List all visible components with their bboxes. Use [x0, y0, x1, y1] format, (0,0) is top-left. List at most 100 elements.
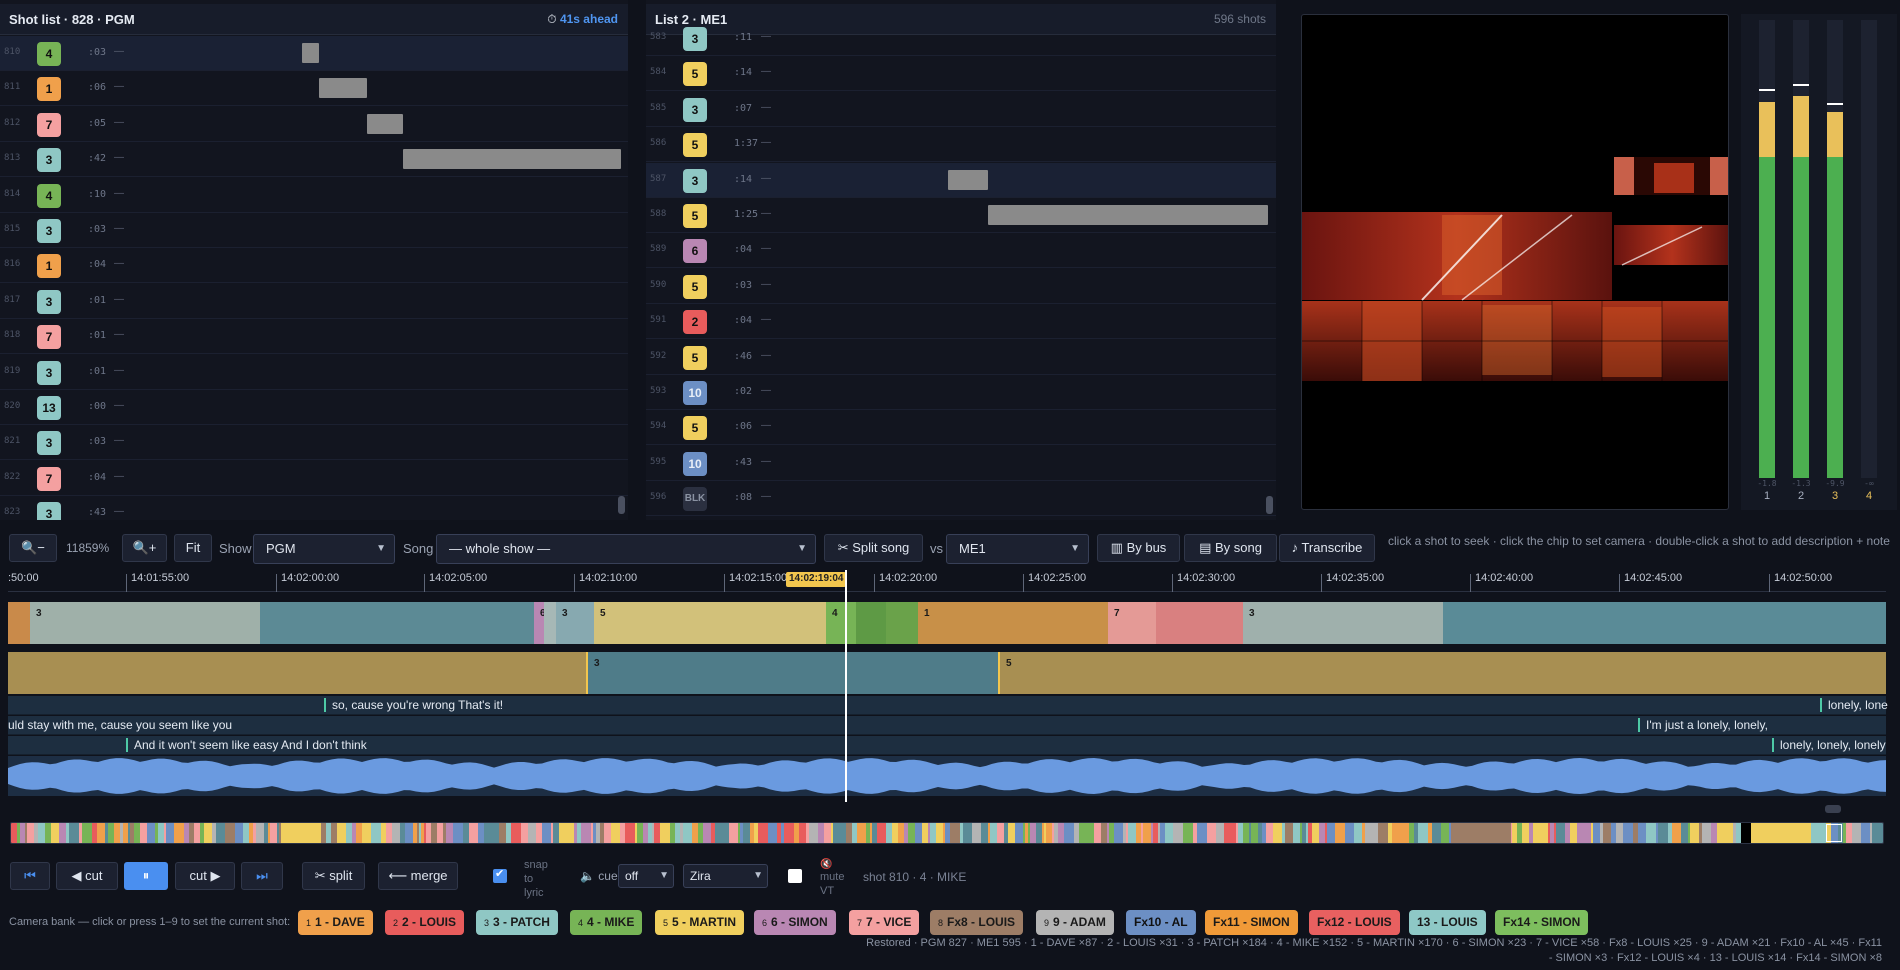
- camera-chip[interactable]: 13: [37, 396, 61, 420]
- shot-row[interactable]: 590 5:03—: [646, 269, 1276, 304]
- camera-button[interactable]: 8 Fx8 - LOUIS: [930, 910, 1024, 935]
- camera-chip[interactable]: 3: [683, 168, 707, 193]
- shot-description[interactable]: —: [114, 435, 124, 446]
- camera-button[interactable]: 22 - LOUIS: [385, 910, 465, 935]
- camera-chip[interactable]: 3: [37, 502, 61, 520]
- camera-chip[interactable]: 4: [37, 42, 61, 66]
- shot-row[interactable]: 813 3:42—: [0, 142, 628, 178]
- lyric-line[interactable]: And it won't seem like easy And I don't …: [126, 738, 367, 752]
- shot-description[interactable]: —: [761, 420, 771, 431]
- next-shot-button[interactable]: ⏭: [241, 862, 283, 890]
- pause-button[interactable]: ⏸: [124, 862, 168, 890]
- camera-chip[interactable]: 3: [683, 97, 707, 122]
- lyric-track-3[interactable]: And it won't seem like easy And I don't …: [8, 736, 1886, 755]
- timeline-shot[interactable]: [886, 602, 918, 644]
- timeline-shot[interactable]: 4: [826, 602, 856, 644]
- timeline[interactable]: :50:00 14:01:55:00 14:02:00:00 14:02:05:00 1…: [0, 570, 1900, 810]
- camera-button[interactable]: 99 - ADAM: [1036, 910, 1114, 935]
- cut-back-button[interactable]: ◀ cut: [56, 862, 118, 890]
- video-preview[interactable]: [1301, 14, 1729, 510]
- playhead[interactable]: [845, 570, 847, 802]
- shot-description[interactable]: —: [761, 66, 771, 77]
- camera-chip[interactable]: 2: [683, 310, 707, 335]
- shot-description[interactable]: —: [761, 31, 771, 42]
- snap-checkbox[interactable]: ✔: [493, 868, 507, 883]
- timeline-shot[interactable]: [544, 602, 556, 644]
- timeline-shot[interactable]: 3: [586, 652, 998, 694]
- shot-row[interactable]: 586 5 1:37—: [646, 127, 1276, 163]
- show-select[interactable]: PGM ▼: [253, 534, 395, 564]
- by-song-button[interactable]: ▤ By song: [1184, 534, 1277, 562]
- shot-row[interactable]: 823 3:43—: [0, 496, 628, 520]
- shot-description[interactable]: —: [114, 365, 124, 376]
- mute-vt-checkbox[interactable]: [788, 869, 802, 883]
- timeline-shot[interactable]: [260, 602, 534, 644]
- shot-description[interactable]: —: [761, 279, 771, 290]
- shot-row[interactable]: 585 3:07—: [646, 92, 1276, 127]
- camera-button[interactable]: Fx12 - LOUIS: [1309, 910, 1400, 935]
- shot-description[interactable]: —: [114, 117, 124, 128]
- shot-row[interactable]: 820 13:00—: [0, 390, 628, 425]
- shot-description[interactable]: —: [761, 456, 771, 467]
- shot-row[interactable]: 596 BLK:08—: [646, 481, 1276, 517]
- lyric-track-2[interactable]: uld stay with me, cause you seem like yo…: [8, 716, 1886, 735]
- camera-chip[interactable]: 10: [683, 451, 707, 476]
- shot-description[interactable]: —: [761, 350, 771, 361]
- shot-row[interactable]: 591 2:04—: [646, 304, 1276, 340]
- split-button[interactable]: ✂ split: [302, 862, 365, 890]
- lyric-line[interactable]: lonely, lonely, lonely: [1772, 738, 1886, 752]
- shot-description[interactable]: —: [114, 258, 124, 269]
- camera-button[interactable]: 55 - MARTIN: [655, 910, 745, 935]
- shot-description[interactable]: —: [761, 173, 771, 184]
- camera-chip[interactable]: 10: [683, 381, 707, 405]
- shot-description[interactable]: —: [761, 208, 771, 219]
- timeline-shot[interactable]: [856, 602, 886, 644]
- shot-row[interactable]: 587 3:14—: [646, 162, 1276, 198]
- shot-row[interactable]: 592 5:46—: [646, 340, 1276, 375]
- shot-description[interactable]: —: [114, 471, 124, 482]
- camera-chip[interactable]: 3: [37, 360, 61, 385]
- timeline-shot[interactable]: 1: [918, 602, 1108, 644]
- shot-list-scrollbar[interactable]: [618, 496, 625, 514]
- shot-row[interactable]: 818 7:01—: [0, 319, 628, 355]
- camera-chip[interactable]: 7: [37, 325, 61, 350]
- shot-row[interactable]: 583 3:11—: [646, 21, 1276, 56]
- camera-chip[interactable]: 7: [37, 466, 61, 491]
- shot-description[interactable]: —: [114, 223, 124, 234]
- me1-track[interactable]: 35: [8, 652, 1886, 694]
- shot-row[interactable]: 594 5:06—: [646, 410, 1276, 446]
- shot-row[interactable]: 819 3:01—: [0, 355, 628, 390]
- camera-chip[interactable]: 1: [37, 77, 61, 102]
- lyric-line[interactable]: so, cause you're wrong That's it!: [324, 698, 503, 712]
- zoom-in-button[interactable]: 🔍+: [122, 534, 167, 562]
- camera-chip[interactable]: 5: [683, 62, 707, 87]
- cut-forward-button[interactable]: cut ▶: [175, 862, 235, 890]
- timeline-shot[interactable]: 3: [1243, 602, 1443, 644]
- shot-row[interactable]: 817 3:01—: [0, 284, 628, 319]
- audio-waveform[interactable]: [8, 756, 1886, 796]
- camera-chip[interactable]: 7: [37, 112, 61, 137]
- shot-description[interactable]: —: [114, 152, 124, 163]
- minimap-handle[interactable]: [1825, 805, 1841, 813]
- camera-button[interactable]: Fx11 - SIMON: [1205, 910, 1298, 935]
- camera-chip[interactable]: 3: [37, 431, 61, 456]
- shot-row[interactable]: 816 1:04—: [0, 248, 628, 284]
- camera-button[interactable]: 77 - VICE: [849, 910, 920, 935]
- overview-minimap[interactable]: [10, 822, 1884, 844]
- timeline-shot[interactable]: [8, 602, 30, 644]
- camera-chip[interactable]: 3: [37, 289, 61, 314]
- minimap-viewport[interactable]: [1826, 824, 1842, 842]
- shot-description[interactable]: —: [761, 314, 771, 325]
- camera-button[interactable]: 33 - PATCH: [476, 910, 558, 935]
- timeline-shot[interactable]: 5: [998, 652, 1886, 694]
- shot-row[interactable]: 593 10:02—: [646, 375, 1276, 410]
- lyric-line[interactable]: I'm just a lonely, lonely,: [1638, 718, 1768, 732]
- zoom-out-button[interactable]: 🔍−: [9, 534, 57, 562]
- camera-button[interactable]: 44 - MIKE: [570, 910, 643, 935]
- camera-button[interactable]: Fx14 - SIMON: [1495, 910, 1589, 935]
- shot-description[interactable]: —: [114, 46, 124, 57]
- shot-description[interactable]: —: [114, 329, 124, 340]
- camera-button[interactable]: 13 - LOUIS: [1409, 910, 1486, 935]
- merge-button[interactable]: ⟵ merge: [378, 862, 458, 890]
- camera-chip[interactable]: 3: [37, 219, 61, 243]
